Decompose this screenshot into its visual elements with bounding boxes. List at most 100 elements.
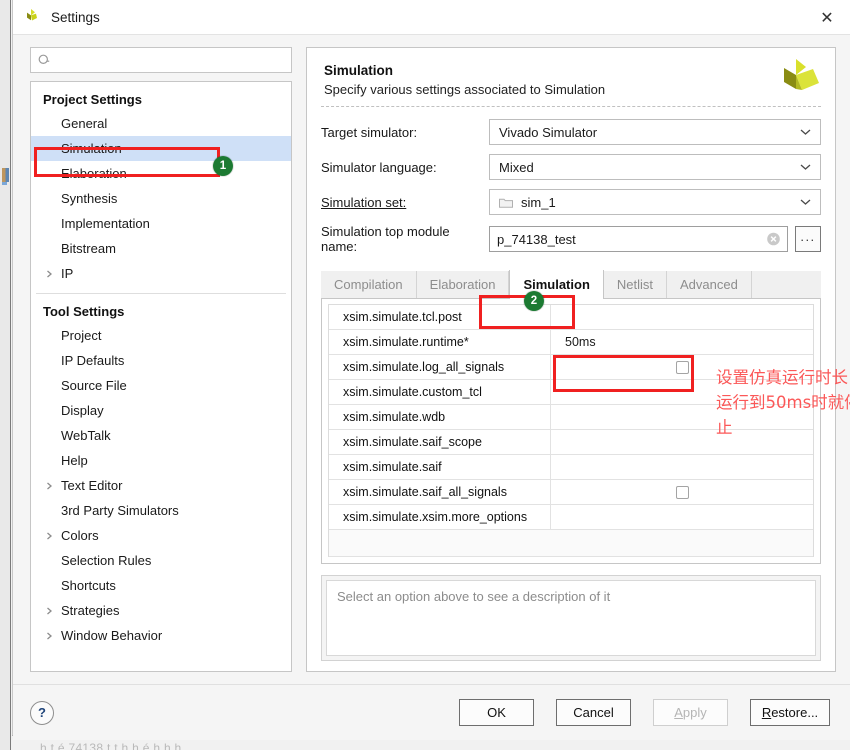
sidebar-item-colors[interactable]: Colors (31, 523, 291, 548)
option-value[interactable] (551, 380, 813, 404)
sidebar-divider (36, 293, 286, 294)
clear-circle-icon[interactable] (766, 232, 781, 247)
sidebar-item-label: Project (61, 328, 102, 343)
sidebar-item-label: Elaboration (61, 166, 127, 181)
page-subtitle: Specify various settings associated to S… (324, 82, 606, 97)
vivado-logo-icon (784, 59, 819, 90)
simulation-top-module-input[interactable]: p_74138_test (489, 226, 788, 252)
simulation-settings-panel: Simulation Specify various settings asso… (306, 47, 836, 672)
form-row-target-simulator: Target simulator: Vivado Simulator (321, 119, 821, 145)
option-value[interactable] (551, 305, 813, 329)
options-tabs-wrap: Compilation Elaboration Simulation Netli… (321, 270, 821, 564)
sidebar-item-label: Bitstream (61, 241, 116, 256)
option-value[interactable] (551, 430, 813, 454)
tab-advanced[interactable]: Advanced (667, 271, 752, 298)
apply-button: Apply (653, 699, 728, 726)
search-input[interactable] (30, 47, 292, 73)
chevron-right-icon (47, 482, 52, 489)
table-row-empty (329, 530, 813, 557)
sidebar-item-simulation[interactable]: Simulation (31, 136, 291, 161)
dialog-button-group: OK Cancel Apply Restore... (459, 699, 830, 726)
sidebar-item-label: Shortcuts (61, 578, 116, 593)
settings-sidebar: Project Settings General Simulation Elab… (30, 47, 292, 684)
cancel-button[interactable]: Cancel (556, 699, 631, 726)
chevron-right-icon (47, 607, 52, 614)
option-value[interactable]: 50ms (551, 330, 813, 354)
options-table[interactable]: xsim.simulate.tcl.post xsim.simulate.run… (328, 304, 814, 557)
sidebar-item-project[interactable]: Project (31, 323, 291, 348)
table-row[interactable]: xsim.simulate.custom_tcl (329, 380, 813, 405)
option-value[interactable] (551, 355, 813, 379)
sidebar-item-shortcuts[interactable]: Shortcuts (31, 573, 291, 598)
option-value[interactable] (551, 405, 813, 429)
browse-button[interactable]: ... (795, 226, 821, 252)
sidebar-item-general[interactable]: General (31, 111, 291, 136)
sidebar-item-label: Display (61, 403, 104, 418)
table-row[interactable]: xsim.simulate.saif_all_signals (329, 480, 813, 505)
sidebar-item-ip-defaults[interactable]: IP Defaults (31, 348, 291, 373)
sidebar-item-synthesis[interactable]: Synthesis (31, 186, 291, 211)
background-artifact-left (2, 168, 9, 182)
tree-group-tool-settings: Tool Settings (43, 304, 125, 319)
panel-divider (321, 106, 821, 107)
sidebar-item-3rd-party-simulators[interactable]: 3rd Party Simulators (31, 498, 291, 523)
background-status-text: h t é 74138 t t h h é h h h (40, 741, 182, 750)
form-row-top-module: Simulation top module name: p_74138_test… (321, 224, 821, 254)
table-row[interactable]: xsim.simulate.xsim.more_options (329, 505, 813, 530)
sidebar-item-webtalk[interactable]: WebTalk (31, 423, 291, 448)
tab-elaboration[interactable]: Elaboration (417, 271, 510, 298)
close-icon[interactable]: ✕ (804, 0, 850, 34)
description-container: Select an option above to see a descript… (321, 575, 821, 661)
table-row[interactable]: xsim.simulate.wdb (329, 405, 813, 430)
field-label: Simulation set: (321, 194, 407, 210)
simulator-language-select[interactable]: Mixed (489, 154, 821, 180)
chevron-down-icon (800, 164, 811, 170)
option-value[interactable] (551, 455, 813, 479)
sidebar-item-text-editor[interactable]: Text Editor (31, 473, 291, 498)
dialog-titlebar: Settings ✕ (13, 0, 850, 34)
ok-button[interactable]: OK (459, 699, 534, 726)
sidebar-item-bitstream[interactable]: Bitstream (31, 236, 291, 261)
settings-tree[interactable]: Project Settings General Simulation Elab… (30, 81, 292, 672)
table-row[interactable]: xsim.simulate.saif (329, 455, 813, 480)
sidebar-item-implementation[interactable]: Implementation (31, 211, 291, 236)
sidebar-item-elaboration[interactable]: Elaboration (31, 161, 291, 186)
table-row[interactable]: xsim.simulate.log_all_signals (329, 355, 813, 380)
option-name: xsim.simulate.xsim.more_options (329, 505, 551, 529)
tab-netlist[interactable]: Netlist (604, 271, 668, 298)
option-value[interactable] (551, 505, 813, 529)
background-artifact-left-2 (2, 182, 7, 185)
tab-simulation[interactable]: Simulation (509, 270, 604, 299)
option-name: xsim.simulate.saif (329, 455, 551, 479)
sidebar-item-selection-rules[interactable]: Selection Rules (31, 548, 291, 573)
option-name: xsim.simulate.saif_scope (329, 430, 551, 454)
sidebar-item-help[interactable]: Help (31, 448, 291, 473)
sidebar-item-display[interactable]: Display (31, 398, 291, 423)
sidebar-item-label: WebTalk (61, 428, 111, 443)
sidebar-item-source-file[interactable]: Source File (31, 373, 291, 398)
table-row[interactable]: xsim.simulate.runtime* 50ms (329, 330, 813, 355)
chevron-down-icon (800, 199, 811, 205)
search-icon (38, 54, 50, 64)
sidebar-item-ip[interactable]: IP (31, 261, 291, 286)
table-row[interactable]: xsim.simulate.saif_scope (329, 430, 813, 455)
sidebar-item-label: 3rd Party Simulators (61, 503, 179, 518)
saif-all-signals-checkbox[interactable] (675, 485, 689, 499)
simulation-set-select[interactable]: sim_1 (489, 189, 821, 215)
option-value[interactable] (551, 480, 813, 504)
restore-button[interactable]: Restore... (750, 699, 830, 726)
sidebar-item-window-behavior[interactable]: Window Behavior (31, 623, 291, 648)
tab-compilation[interactable]: Compilation (321, 271, 417, 298)
help-button[interactable]: ? (30, 700, 54, 725)
vivado-logo-icon (27, 9, 37, 21)
dialog-body: Project Settings General Simulation Elab… (13, 34, 850, 684)
field-value: p_74138_test (497, 231, 576, 247)
table-row[interactable]: xsim.simulate.tcl.post (329, 305, 813, 330)
tree-group-project-settings: Project Settings (43, 92, 142, 107)
log-all-signals-checkbox[interactable] (675, 360, 689, 374)
sidebar-item-strategies[interactable]: Strategies (31, 598, 291, 623)
target-simulator-select[interactable]: Vivado Simulator (489, 119, 821, 145)
field-value: Mixed (499, 159, 534, 175)
chevron-right-icon (47, 532, 52, 539)
option-name: xsim.simulate.log_all_signals (329, 355, 551, 379)
